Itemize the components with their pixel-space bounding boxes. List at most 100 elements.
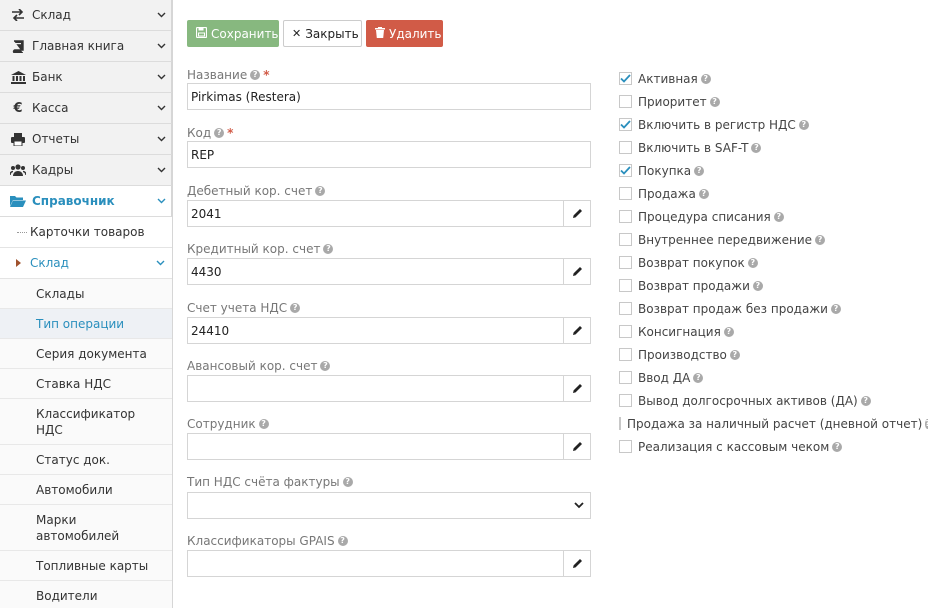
sidebar-item-warehouse[interactable]: Склад bbox=[0, 0, 172, 31]
sidebar-subitem-product-cards[interactable]: Карточки товаров bbox=[0, 217, 172, 248]
checkbox-unchecked[interactable] bbox=[619, 440, 632, 453]
sidebar-leaf-operation-type[interactable]: Тип операции bbox=[0, 309, 172, 339]
option-checkbox-row[interactable]: Процедура списания? bbox=[619, 205, 928, 228]
checkbox-unchecked[interactable] bbox=[619, 302, 632, 315]
invoice-vat-type-select[interactable] bbox=[187, 492, 591, 519]
sidebar-item-reports[interactable]: Отчеты bbox=[0, 124, 172, 155]
help-icon[interactable]: ? bbox=[315, 186, 326, 196]
help-icon[interactable]: ? bbox=[693, 372, 704, 383]
checkbox-checked[interactable] bbox=[619, 164, 632, 177]
help-icon[interactable]: ? bbox=[830, 303, 841, 314]
help-icon[interactable]: ? bbox=[337, 536, 348, 546]
pencil-icon[interactable] bbox=[563, 259, 590, 284]
pencil-icon[interactable] bbox=[563, 376, 590, 401]
sidebar-item-reference[interactable]: Справочник bbox=[0, 186, 172, 217]
sidebar-item-hr[interactable]: Кадры bbox=[0, 155, 172, 186]
help-icon[interactable]: ? bbox=[723, 326, 734, 337]
advance-account-field[interactable] bbox=[187, 375, 591, 402]
checkbox-checked[interactable] bbox=[619, 72, 632, 85]
help-icon[interactable]: ? bbox=[751, 142, 762, 153]
checkbox-unchecked[interactable] bbox=[619, 141, 632, 154]
checkbox-unchecked[interactable] bbox=[619, 233, 632, 246]
option-checkbox-row[interactable]: Включить в SAF-T? bbox=[619, 136, 928, 159]
credit-account-field[interactable]: 4430 bbox=[187, 258, 591, 285]
checkbox-unchecked[interactable] bbox=[619, 279, 632, 292]
help-icon[interactable]: ? bbox=[752, 280, 763, 291]
checkbox-unchecked[interactable] bbox=[619, 417, 621, 430]
sidebar-leaf-cars[interactable]: Автомобили bbox=[0, 475, 172, 505]
sidebar-item-cash[interactable]: € Касса bbox=[0, 93, 172, 124]
sidebar-leaf-drivers[interactable]: Водители bbox=[0, 581, 172, 608]
option-checkbox-row[interactable]: Покупка? bbox=[619, 159, 928, 182]
sidebar-leaf-label: Классификатор НДС bbox=[36, 406, 136, 437]
sidebar-leaf-warehouses[interactable]: Склады bbox=[0, 279, 172, 309]
pencil-icon[interactable] bbox=[563, 318, 590, 343]
option-checkbox-row[interactable]: Возврат продаж без продажи? bbox=[619, 297, 928, 320]
checkbox-unchecked[interactable] bbox=[619, 256, 632, 269]
help-icon[interactable]: ? bbox=[747, 257, 758, 268]
checkbox-unchecked[interactable] bbox=[619, 394, 632, 407]
option-label: Приоритет bbox=[638, 94, 707, 109]
option-checkbox-row[interactable]: Ввод ДА? bbox=[619, 366, 928, 389]
help-icon[interactable]: ? bbox=[700, 73, 711, 84]
help-icon[interactable]: ? bbox=[323, 244, 334, 254]
sidebar-leaf-car-brands[interactable]: Марки автомобилей bbox=[0, 505, 172, 551]
help-icon[interactable]: ? bbox=[729, 349, 740, 360]
checkbox-unchecked[interactable] bbox=[619, 348, 632, 361]
help-icon[interactable]: ? bbox=[214, 128, 225, 138]
help-icon[interactable]: ? bbox=[773, 211, 784, 222]
employee-field[interactable] bbox=[187, 433, 591, 460]
help-icon[interactable]: ? bbox=[250, 70, 261, 80]
option-checkbox-row[interactable]: Продажа за наличный расчет (дневной отче… bbox=[619, 412, 928, 435]
help-icon[interactable]: ? bbox=[815, 234, 826, 245]
help-icon[interactable]: ? bbox=[290, 303, 301, 313]
help-icon[interactable]: ? bbox=[258, 419, 269, 429]
code-field[interactable]: REP bbox=[187, 141, 591, 168]
option-checkbox-row[interactable]: Включить в регистр НДС? bbox=[619, 113, 928, 136]
sidebar-item-general-ledger[interactable]: Главная книга bbox=[0, 31, 172, 62]
option-checkbox-row[interactable]: Приоритет? bbox=[619, 90, 928, 113]
option-checkbox-row[interactable]: Реализация с кассовым чеком? bbox=[619, 435, 928, 458]
help-icon[interactable]: ? bbox=[698, 188, 709, 199]
option-label: Ввод ДА bbox=[638, 370, 691, 385]
help-icon[interactable]: ? bbox=[709, 96, 720, 107]
option-checkbox-row[interactable]: Возврат покупок? bbox=[619, 251, 928, 274]
sidebar-item-bank[interactable]: Банк bbox=[0, 62, 172, 93]
option-checkbox-row[interactable]: Консигнация? bbox=[619, 320, 928, 343]
sidebar-subitem-label: Карточки товаров bbox=[30, 225, 145, 239]
gpais-field[interactable] bbox=[187, 550, 591, 577]
checkbox-unchecked[interactable] bbox=[619, 187, 632, 200]
save-button[interactable]: Сохранить bbox=[187, 20, 279, 47]
checkbox-unchecked[interactable] bbox=[619, 95, 632, 108]
help-icon[interactable]: ? bbox=[798, 119, 809, 130]
sidebar-leaf-doc-status[interactable]: Статус док. bbox=[0, 445, 172, 475]
option-checkbox-row[interactable]: Возврат продажи? bbox=[619, 274, 928, 297]
debit-account-field[interactable]: 2041 bbox=[187, 200, 591, 227]
sidebar-subitem-warehouse[interactable]: Склад bbox=[0, 248, 172, 279]
option-checkbox-row[interactable]: Продажа? bbox=[619, 182, 928, 205]
sidebar-leaf-vat-classifier[interactable]: Классификатор НДС bbox=[0, 399, 172, 445]
sidebar-leaf-vat-rate[interactable]: Ставка НДС bbox=[0, 369, 172, 399]
option-checkbox-row[interactable]: Производство? bbox=[619, 343, 928, 366]
delete-button[interactable]: Удалить bbox=[366, 20, 443, 47]
checkbox-unchecked[interactable] bbox=[619, 371, 632, 384]
pencil-icon[interactable] bbox=[563, 551, 590, 576]
close-button[interactable]: ✕ Закрыть bbox=[283, 20, 362, 47]
option-checkbox-row[interactable]: Вывод долгосрочных активов (ДА)? bbox=[619, 389, 928, 412]
help-icon[interactable]: ? bbox=[860, 395, 871, 406]
vat-account-field[interactable]: 24410 bbox=[187, 317, 591, 344]
name-field[interactable]: Pirkimas (Restera) bbox=[187, 83, 591, 110]
checkbox-unchecked[interactable] bbox=[619, 325, 632, 338]
option-checkbox-row[interactable]: Внутреннее передвижение? bbox=[619, 228, 928, 251]
help-icon[interactable]: ? bbox=[694, 165, 705, 176]
sidebar-leaf-document-series[interactable]: Серия документа bbox=[0, 339, 172, 369]
checkbox-unchecked[interactable] bbox=[619, 210, 632, 223]
help-icon[interactable]: ? bbox=[342, 477, 353, 487]
help-icon[interactable]: ? bbox=[320, 361, 331, 371]
option-checkbox-row[interactable]: Активная? bbox=[619, 67, 928, 90]
checkbox-checked[interactable] bbox=[619, 118, 632, 131]
pencil-icon[interactable] bbox=[563, 434, 590, 459]
pencil-icon[interactable] bbox=[563, 201, 590, 226]
help-icon[interactable]: ? bbox=[832, 441, 843, 452]
sidebar-leaf-fuel-cards[interactable]: Топливные карты bbox=[0, 551, 172, 581]
